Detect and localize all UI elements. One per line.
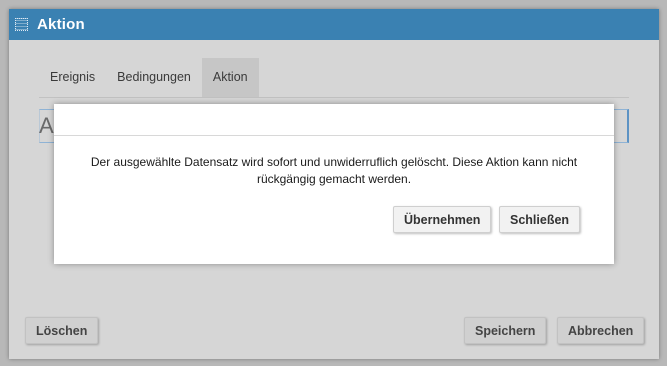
close-button[interactable]: Schließen <box>499 206 581 233</box>
modal-overlay: Der ausgewählte Datensatz wird sofort un… <box>0 0 667 366</box>
dialog-header <box>54 104 614 136</box>
confirm-dialog: Der ausgewählte Datensatz wird sofort un… <box>54 104 614 264</box>
dialog-message: Der ausgewählte Datensatz wird sofort un… <box>90 155 578 186</box>
apply-button[interactable]: Übernehmen <box>393 206 492 233</box>
